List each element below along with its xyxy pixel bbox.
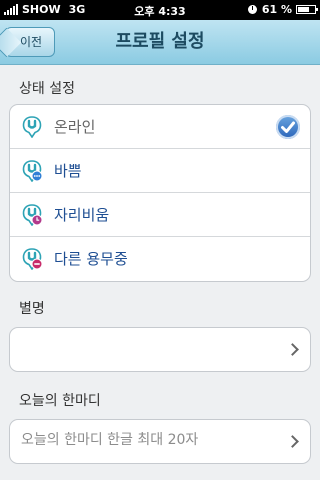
alarm-clock-icon [247, 5, 257, 14]
back-button-label: 이전 [20, 35, 43, 49]
status-option-label: 온라인 [54, 118, 96, 136]
status-right: 61 % [247, 3, 318, 16]
status-option-online[interactable]: 온라인 [10, 105, 310, 149]
checkmark-icon [276, 115, 300, 139]
back-button[interactable]: 이전 [5, 27, 55, 57]
status-option-label: 바쁨 [54, 162, 82, 180]
status-option-label: 다른 용무중 [54, 250, 128, 268]
status-option-label: 자리비움 [54, 206, 110, 224]
other-status-icon [22, 248, 42, 270]
nickname-field[interactable] [9, 327, 311, 372]
message-placeholder: 오늘의 한마디 한글 최대 20자 [21, 432, 199, 448]
navigation-bar: 프로필 설정 이전 [0, 20, 320, 65]
message-field[interactable]: 오늘의 한마디 한글 최대 20자 [9, 419, 311, 464]
nickname-section-label: 별명 [19, 301, 45, 317]
online-status-icon [22, 116, 42, 138]
busy-status-icon [22, 160, 42, 182]
away-status-icon [22, 204, 42, 226]
message-section-label: 오늘의 한마디 [19, 393, 101, 409]
status-section-label: 상태 설정 [19, 81, 75, 97]
status-option-other[interactable]: 다른 용무중 [10, 237, 310, 281]
status-bar: SHOW 3G 오후 4:33 61 % [0, 0, 320, 20]
chevron-right-icon [286, 343, 299, 356]
status-option-away[interactable]: 자리비움 [10, 193, 310, 237]
battery-percent: 61 % [261, 3, 292, 16]
battery-icon [296, 5, 318, 14]
chevron-right-icon [286, 435, 299, 448]
status-list: 온라인 바쁨 자리비움 다른 용무중 [9, 104, 311, 282]
status-option-busy[interactable]: 바쁨 [10, 149, 310, 193]
